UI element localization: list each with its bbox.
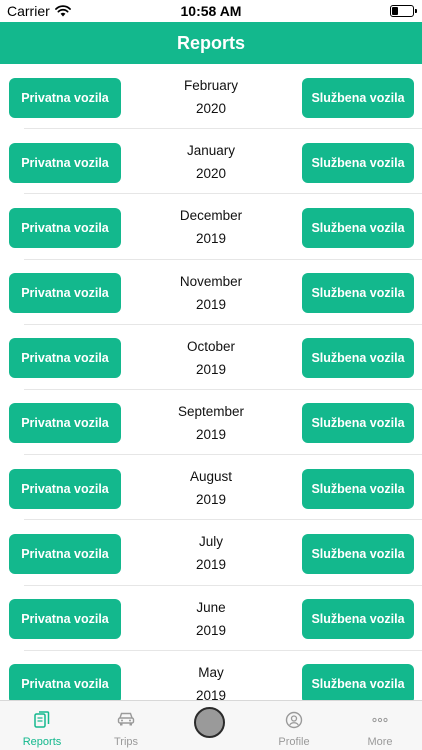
report-date: September 2019 [122, 402, 300, 445]
tab-reports[interactable]: Reports [0, 701, 84, 750]
report-row: Privatna vozila February 2020 Službena v… [0, 64, 422, 130]
report-year: 2019 [195, 361, 227, 377]
report-month: October [186, 338, 236, 354]
official-vehicles-button[interactable]: Službena vozila [302, 142, 414, 183]
report-date: June 2019 [122, 598, 300, 641]
report-row: Privatna vozila July 2019 Službena vozil… [0, 520, 422, 586]
status-bar: Carrier 10:58 AM [0, 0, 422, 22]
more-icon [372, 717, 388, 723]
report-year: 2019 [195, 231, 227, 247]
battery-icon [390, 5, 417, 17]
official-vehicles-button[interactable]: Službena vozila [302, 77, 414, 118]
report-year: 2020 [195, 166, 227, 182]
report-row: Privatna vozila May 2019 Službena vozila [0, 651, 422, 700]
report-month: June [196, 599, 226, 615]
private-vehicles-button[interactable]: Privatna vozila [9, 77, 121, 118]
official-vehicles-button[interactable]: Službena vozila [302, 533, 414, 574]
official-vehicles-button[interactable]: Službena vozila [302, 338, 414, 379]
tab-more[interactable]: More [338, 701, 422, 750]
tab-label: More [367, 736, 393, 748]
tab-label: Profile [278, 736, 310, 748]
private-vehicles-button[interactable]: Privatna vozila [9, 338, 121, 379]
official-vehicles-button[interactable]: Službena vozila [302, 207, 414, 248]
report-row: Privatna vozila October 2019 Službena vo… [0, 325, 422, 391]
report-row: Privatna vozila January 2020 Službena vo… [0, 129, 422, 195]
private-vehicles-button[interactable]: Privatna vozila [9, 468, 121, 509]
report-date: May 2019 [122, 663, 300, 700]
reports-icon [34, 711, 50, 728]
report-date: February 2020 [122, 76, 300, 119]
tab-trips[interactable]: Trips [84, 701, 168, 750]
official-vehicles-button[interactable]: Službena vozila [302, 664, 414, 700]
report-year: 2019 [195, 557, 227, 573]
profile-icon [285, 711, 303, 729]
private-vehicles-button[interactable]: Privatna vozila [9, 207, 121, 248]
official-vehicles-button[interactable]: Službena vozila [302, 403, 414, 444]
report-year: 2019 [195, 492, 227, 508]
tab-center[interactable] [168, 701, 252, 750]
tab-label: Trips [113, 736, 139, 748]
report-row: Privatna vozila August 2019 Službena voz… [0, 455, 422, 521]
nav-header: Reports [0, 22, 422, 64]
private-vehicles-button[interactable]: Privatna vozila [9, 533, 121, 574]
tab-label: Reports [22, 736, 62, 748]
report-month: February [183, 78, 239, 93]
private-vehicles-button[interactable]: Privatna vozila [9, 664, 121, 700]
report-month: July [198, 534, 223, 550]
tab-bar: Reports Trips Profile More [0, 700, 422, 750]
page-title: Reports [176, 32, 245, 53]
report-month: November [179, 273, 243, 289]
report-month: May [198, 664, 224, 680]
report-row: Privatna vozila September 2019 Službena … [0, 390, 422, 456]
report-year: 2019 [195, 426, 227, 442]
report-month: January [186, 143, 236, 159]
car-icon [117, 712, 135, 726]
report-row: Privatna vozila June 2019 Službena vozil… [0, 586, 422, 651]
tab-profile[interactable]: Profile [252, 701, 336, 750]
carrier-label: Carrier [7, 3, 50, 19]
private-vehicles-button[interactable]: Privatna vozila [9, 403, 121, 444]
report-date: July 2019 [122, 532, 300, 575]
report-date: August 2019 [122, 467, 300, 510]
center-circle-icon [194, 707, 225, 738]
report-year: 2020 [195, 101, 227, 116]
report-date: December 2019 [122, 206, 300, 249]
report-date: November 2019 [122, 272, 300, 315]
carrier-group: Carrier [7, 3, 71, 19]
private-vehicles-button[interactable]: Privatna vozila [9, 142, 121, 183]
report-year: 2019 [195, 622, 227, 638]
wifi-icon [54, 5, 71, 17]
report-month: August [189, 469, 233, 485]
report-date: January 2020 [122, 141, 300, 184]
report-row: Privatna vozila November 2019 Službena v… [0, 260, 422, 325]
private-vehicles-button[interactable]: Privatna vozila [9, 599, 121, 639]
report-row: Privatna vozila December 2019 Službena v… [0, 194, 422, 260]
report-month: December [179, 208, 243, 224]
official-vehicles-button[interactable]: Službena vozila [302, 599, 414, 639]
report-year: 2019 [195, 296, 227, 312]
official-vehicles-button[interactable]: Službena vozila [302, 273, 414, 314]
report-year: 2019 [195, 687, 227, 700]
private-vehicles-button[interactable]: Privatna vozila [9, 273, 121, 314]
report-month: September [177, 403, 245, 419]
official-vehicles-button[interactable]: Službena vozila [302, 468, 414, 509]
report-list[interactable]: Privatna vozila February 2020 Službena v… [0, 64, 422, 700]
report-date: October 2019 [122, 337, 300, 380]
